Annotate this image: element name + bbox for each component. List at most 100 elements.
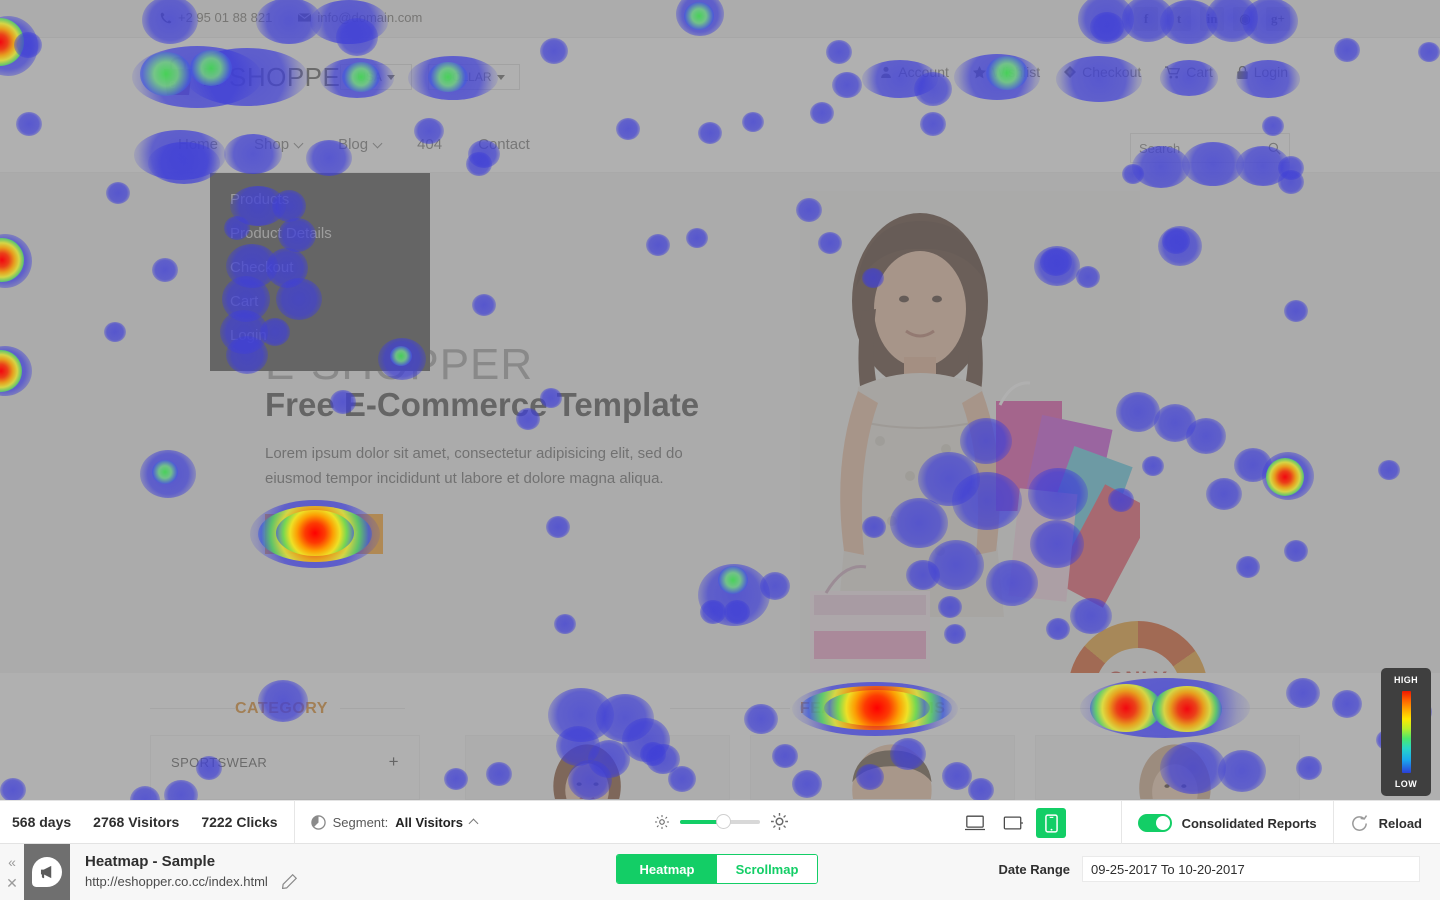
tab-scrollmap[interactable]: Scrollmap <box>717 855 817 883</box>
lock-icon <box>1237 65 1248 79</box>
nav-item-shop[interactable]: Shop <box>236 117 320 173</box>
dropdown-item-checkout[interactable]: Checkout <box>210 251 430 285</box>
report-title: Heatmap - Sample <box>85 853 216 870</box>
opacity-slider[interactable] <box>680 813 760 829</box>
consolidated-reports-toggle[interactable]: Consolidated Reports <box>1137 814 1317 832</box>
product-card-2[interactable] <box>750 735 1015 800</box>
product-photo-1 <box>466 736 729 799</box>
logo-text: E-SHOPPER <box>202 61 360 92</box>
tablet-icon[interactable] <box>998 808 1028 838</box>
footer-rail: « ✕ <box>0 844 24 900</box>
rule-right <box>960 708 1300 709</box>
report-url: http://eshopper.co.cc/index.html <box>85 874 268 889</box>
google-plus-icon[interactable]: g+ <box>1266 7 1290 31</box>
pie-chart-icon <box>310 814 326 830</box>
shopping-bag-icon: e <box>164 57 192 95</box>
site-search-box[interactable] <box>1130 133 1290 163</box>
toolbar-divider <box>1332 801 1334 845</box>
cart-label: Cart <box>1186 64 1213 80</box>
search-input[interactable] <box>1139 140 1259 156</box>
site-headerbar: e E-SHOPPER USA DOLLAR Account Wishlist … <box>0 38 1440 117</box>
wishlist-label: Wishlist <box>991 64 1041 80</box>
analytics-toolbar: 568 days 2768 Visitors 7222 Clicks Segme… <box>0 800 1440 845</box>
phone-number: +2 95 01 88 821 <box>178 10 273 25</box>
chevron-down-icon <box>372 138 383 148</box>
wishlist-link[interactable]: Wishlist <box>972 64 1041 80</box>
stat-clicks: 7222 Clicks <box>201 814 278 830</box>
legend-low-label: LOW <box>1394 779 1418 789</box>
email-address: info@domain.com <box>317 10 423 25</box>
reload-button[interactable]: Reload <box>1350 814 1440 833</box>
opacity-slider-group[interactable] <box>655 813 788 830</box>
dropdown-item-cart[interactable]: Cart <box>210 285 430 319</box>
currency-value: DOLLAR <box>443 70 492 84</box>
legend-gradient-bar <box>1401 691 1411 773</box>
heatmap-legend: HIGH LOW <box>1381 668 1431 796</box>
slider-knob[interactable] <box>716 813 731 829</box>
segment-selector[interactable]: Segment: All Visitors <box>310 814 479 830</box>
dropdown-item-product-details[interactable]: Product Details <box>210 217 430 251</box>
dropdown-item-products[interactable]: Products <box>210 183 430 217</box>
search-icon[interactable] <box>1268 142 1281 155</box>
account-link[interactable]: Account <box>880 64 949 80</box>
user-icon <box>881 66 892 78</box>
product-photo-3 <box>1036 736 1299 799</box>
rule-mid2 <box>670 708 790 709</box>
nav-item-blog[interactable]: Blog <box>320 117 399 173</box>
svg-text:e: e <box>169 76 176 91</box>
chevron-up-icon[interactable] <box>468 818 479 829</box>
get-it-now-button[interactable]: Get it now <box>265 514 383 554</box>
category-row-sportswear[interactable]: SPORTSWEAR + <box>151 736 419 788</box>
desktop-icon[interactable] <box>960 808 990 838</box>
email-item: info@domain.com <box>298 10 422 25</box>
plus-icon[interactable]: + <box>389 752 399 772</box>
facebook-icon[interactable]: f <box>1134 7 1158 31</box>
category-heading: CATEGORY <box>235 700 328 717</box>
lower-section: CATEGORY FEATURES ITEMS SPORTSWEAR + <box>0 673 1440 800</box>
brightness-low-icon <box>655 814 669 829</box>
site-logo[interactable]: e E-SHOPPER <box>160 57 360 97</box>
captured-page-canvas: +2 95 01 88 821 info@domain.com f t in ◉… <box>0 0 1440 800</box>
login-link[interactable]: Login <box>1237 64 1288 80</box>
double-chevron-left-icon[interactable]: « <box>8 855 16 869</box>
nav-item-contact[interactable]: Contact <box>460 117 548 173</box>
linkedin-icon[interactable]: in <box>1200 7 1224 31</box>
checkout-label: Checkout <box>1082 64 1142 80</box>
site-topbar: +2 95 01 88 821 info@domain.com f t in ◉… <box>0 0 1440 38</box>
brightness-high-icon <box>771 813 788 830</box>
twitter-icon[interactable]: t <box>1167 7 1191 31</box>
nav-item-home[interactable]: Home <box>160 117 236 173</box>
chevron-down-icon <box>386 74 395 80</box>
dropdown-item-login[interactable]: Login <box>210 319 430 353</box>
date-range-field[interactable]: 09-25-2017 To 10-20-2017 <box>1082 856 1420 882</box>
nav-list: Home Shop Blog 404 Contact <box>160 117 548 173</box>
phone-icon <box>160 12 172 23</box>
social-links: f t in ◉ g+ <box>1134 7 1290 31</box>
megaphone-icon <box>32 857 62 887</box>
checkout-link[interactable]: Checkout <box>1064 64 1141 80</box>
date-range-group: Date Range 09-25-2017 To 10-20-2017 <box>998 856 1420 882</box>
pencil-icon[interactable] <box>282 874 297 889</box>
badge-only-label: ONLY <box>1108 668 1168 673</box>
phone-item: +2 95 01 88 821 <box>160 10 272 25</box>
hero-model-photo <box>800 191 1140 673</box>
product-card-3[interactable] <box>1035 735 1300 800</box>
currency-select[interactable]: DOLLAR <box>428 64 520 90</box>
nav-item-404[interactable]: 404 <box>399 117 460 173</box>
diamond-icon <box>1064 66 1077 78</box>
product-photo-2 <box>751 736 1014 799</box>
product-card-1[interactable] <box>465 735 730 800</box>
login-label: Login <box>1253 64 1288 80</box>
toggle-switch[interactable] <box>1137 814 1172 832</box>
dribbble-icon[interactable]: ◉ <box>1233 7 1257 31</box>
country-select[interactable]: USA <box>340 64 412 90</box>
device-toggle-group <box>960 808 1066 838</box>
tab-heatmap[interactable]: Heatmap <box>617 855 717 883</box>
stat-visitors: 2768 Visitors <box>93 814 180 830</box>
close-icon[interactable]: ✕ <box>6 876 18 890</box>
envelope-icon <box>298 12 312 22</box>
app-badge <box>24 844 70 900</box>
cart-link[interactable]: Cart <box>1165 64 1213 80</box>
reload-label: Reload <box>1378 815 1422 831</box>
mobile-icon[interactable] <box>1036 808 1066 838</box>
